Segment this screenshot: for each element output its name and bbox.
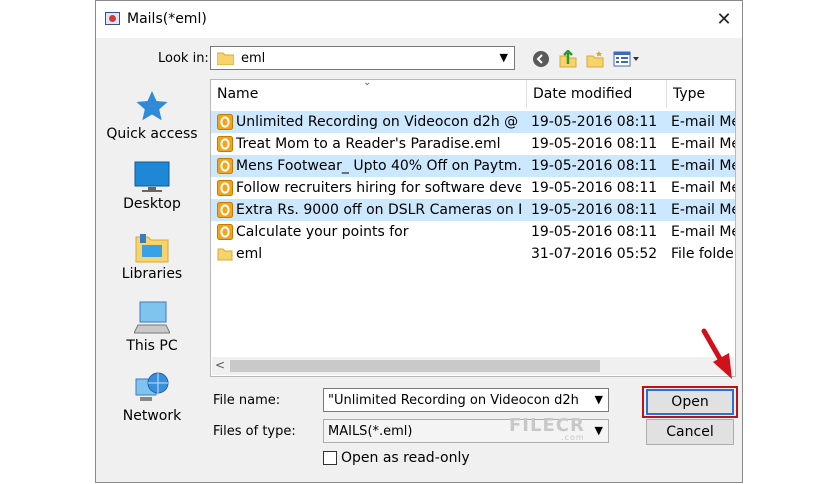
cancel-button[interactable]: Cancel [646, 419, 734, 445]
watermark-sub: .com [561, 433, 585, 442]
type-cell: File folder [671, 246, 736, 262]
file-name-cell: eml [236, 246, 263, 262]
libraries-icon [135, 234, 169, 263]
file-name-label: File name: [213, 393, 281, 408]
back-icon[interactable] [532, 50, 550, 68]
type-cell: E-mail Me [671, 202, 736, 218]
column-header-date[interactable]: Date modified [527, 80, 667, 108]
place-label: Quick access [106, 126, 198, 142]
close-button[interactable]: ✕ [710, 7, 738, 31]
file-row[interactable]: Extra Rs. 9000 off on DSLR Cameras on Pa… [211, 199, 736, 221]
date-cell: 19-05-2016 08:11 [531, 158, 658, 174]
pc-icon [134, 301, 170, 334]
place-label: This PC [126, 338, 178, 354]
desktop-icon [134, 161, 170, 192]
open-button[interactable]: Open [646, 389, 734, 415]
read-only-checkbox[interactable] [323, 451, 337, 465]
folder-icon [217, 248, 233, 261]
app-icon [105, 12, 120, 25]
view-menu-icon[interactable] [613, 50, 641, 68]
look-in-label: Look in: [158, 51, 209, 66]
file-name-value: "Unlimited Recording on Videocon d2h @ J… [328, 393, 583, 408]
place-desktop[interactable]: Desktop [98, 161, 206, 212]
type-cell: E-mail Me [671, 224, 736, 240]
file-name-cell: Extra Rs. 9000 off on DSLR Cameras on Pa… [236, 202, 521, 218]
file-row[interactable]: Mens Footwear_ Upto 40% Off on Paytm.eml… [211, 155, 736, 177]
date-cell: 31-07-2016 05:52 [531, 246, 658, 262]
file-type-label: Files of type: [213, 424, 296, 439]
column-header-type[interactable]: Type [667, 80, 735, 108]
file-name-cell: Calculate your points for [236, 224, 409, 240]
places-bar: Quick access Desktop Libraries This PC N… [98, 79, 206, 424]
new-folder-icon[interactable] [586, 50, 604, 68]
look-in-dropdown[interactable]: eml ▼ [210, 46, 515, 70]
outlook-icon [217, 158, 233, 174]
place-label: Libraries [121, 266, 183, 282]
place-label: Desktop [123, 196, 181, 212]
window-title: Mails(*eml) [127, 11, 207, 27]
chevron-down-icon[interactable]: ▼ [595, 424, 603, 437]
place-network[interactable]: Network [98, 371, 206, 424]
date-cell: 19-05-2016 08:11 [531, 202, 658, 218]
type-cell: E-mail Me [671, 136, 736, 152]
place-libraries[interactable]: Libraries [98, 231, 206, 282]
file-list[interactable]: ⌄ Name Date modified Type Unlimited Reco… [210, 79, 736, 377]
outlook-icon [217, 114, 233, 130]
outlook-icon [217, 202, 233, 218]
place-quick-access[interactable]: Quick access [98, 89, 206, 142]
look-in-value: eml [241, 51, 266, 66]
chevron-down-icon[interactable]: ▼ [595, 393, 603, 406]
column-header-name[interactable]: Name [211, 80, 527, 108]
date-cell: 19-05-2016 08:11 [531, 224, 658, 240]
read-only-label: Open as read-only [341, 450, 470, 466]
file-row[interactable]: Unlimited Recording on Videocon d2h @ Ju… [211, 111, 736, 133]
file-row[interactable]: eml 31-07-2016 05:52 File folder [211, 243, 736, 265]
file-row[interactable]: Follow recruiters hiring for software de… [211, 177, 736, 199]
file-row[interactable]: Treat Mom to a Reader's Paradise.eml 19-0… [211, 133, 736, 155]
star-icon [136, 91, 168, 121]
close-icon: ✕ [716, 8, 732, 30]
date-cell: 19-05-2016 08:11 [531, 136, 658, 152]
type-cell: E-mail Me [671, 158, 736, 174]
outlook-icon [217, 136, 233, 152]
scrollbar-thumb[interactable] [230, 360, 600, 372]
title-bar[interactable]: Mails(*eml) ✕ [96, 1, 742, 38]
chevron-down-icon: ▼ [499, 51, 508, 64]
file-name-input[interactable]: "Unlimited Recording on Videocon d2h @ J… [323, 388, 609, 412]
watermark: FILECR .com [509, 415, 585, 442]
folder-icon [217, 52, 234, 65]
open-file-dialog: Mails(*eml) ✕ Look in: eml ▼ Quick acces… [95, 0, 743, 483]
date-cell: 19-05-2016 08:11 [531, 180, 658, 196]
network-icon [135, 372, 169, 401]
horizontal-scrollbar[interactable]: < > [212, 357, 734, 375]
scroll-left-icon[interactable]: < [215, 358, 225, 372]
file-name-cell: Mens Footwear_ Upto 40% Off on Paytm.eml [236, 158, 521, 174]
file-row[interactable]: Calculate your points for 19-05-2016 08:1… [211, 221, 736, 243]
outlook-icon [217, 180, 233, 196]
place-label: Network [122, 408, 182, 424]
place-this-pc[interactable]: This PC [98, 301, 206, 354]
type-cell: E-mail Me [671, 180, 736, 196]
red-arrow-icon [701, 328, 732, 379]
outlook-icon [217, 224, 233, 240]
up-folder-icon[interactable] [559, 50, 577, 68]
file-name-cell: Unlimited Recording on Videocon d2h @ Ju… [236, 114, 521, 130]
file-name-cell: Treat Mom to a Reader's Paradise.eml [236, 136, 501, 152]
date-cell: 19-05-2016 08:11 [531, 114, 658, 130]
file-name-cell: Follow recruiters hiring for software de… [236, 180, 521, 196]
type-cell: E-mail Me [671, 114, 736, 130]
